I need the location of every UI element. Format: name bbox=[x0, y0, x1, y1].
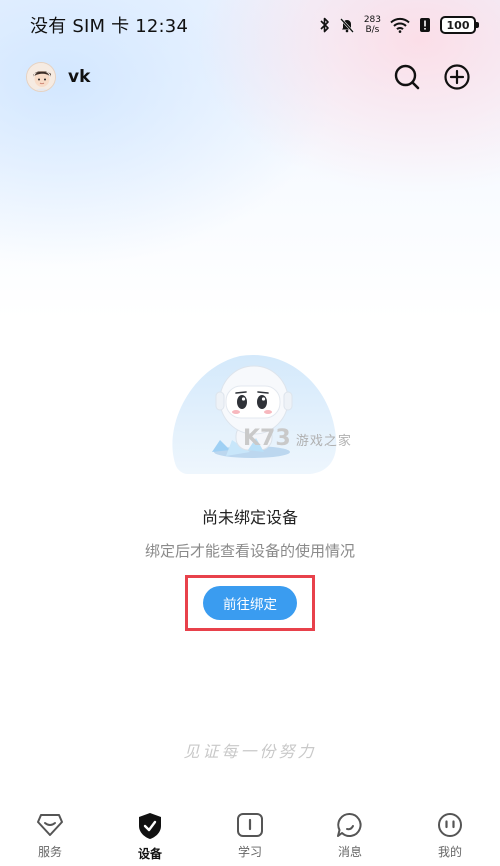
service-icon bbox=[37, 814, 63, 836]
message-icon bbox=[337, 812, 362, 837]
bluetooth-icon bbox=[320, 17, 329, 33]
empty-state: 尚未绑定设备 绑定后才能查看设备的使用情况 前往绑定 bbox=[0, 348, 500, 631]
user-info[interactable]: vk bbox=[26, 62, 90, 92]
app-header: vk bbox=[0, 55, 500, 99]
tab-profile[interactable]: 我的 bbox=[410, 812, 490, 860]
empty-description: 绑定后才能查看设备的使用情况 bbox=[144, 542, 355, 560]
tab-label: 学习 bbox=[237, 845, 262, 859]
network-speed: 283 B/s bbox=[364, 15, 381, 35]
profile-icon bbox=[438, 813, 462, 837]
tab-label: 服务 bbox=[37, 845, 62, 859]
mute-bell-icon bbox=[339, 18, 354, 33]
alert-icon bbox=[420, 18, 430, 32]
watermark-text: 游戏之家 bbox=[295, 434, 352, 449]
tab-label: 我的 bbox=[437, 845, 462, 859]
highlight-annotation: 前往绑定 bbox=[185, 575, 315, 631]
go-bind-button[interactable]: 前往绑定 bbox=[203, 586, 297, 620]
tab-message[interactable]: 消息 bbox=[310, 812, 390, 860]
speed-unit: B/s bbox=[365, 25, 380, 35]
slogan: 见证每一份努力 bbox=[183, 742, 317, 761]
tab-service[interactable]: 服务 bbox=[10, 812, 90, 860]
tab-device[interactable]: 设备 bbox=[110, 812, 190, 862]
learn-icon bbox=[237, 813, 263, 837]
tab-label: 消息 bbox=[337, 845, 362, 859]
status-bar: 没有 SIM 卡 12:34 283 B/s 100 bbox=[0, 0, 500, 50]
tab-learn[interactable]: 学习 bbox=[210, 812, 290, 860]
device-icon bbox=[139, 813, 161, 839]
wifi-icon bbox=[390, 17, 410, 33]
username: vk bbox=[68, 67, 91, 87]
header-actions bbox=[392, 62, 472, 92]
speed-value: 283 bbox=[363, 15, 381, 25]
add-icon bbox=[444, 64, 470, 90]
bottom-tab-bar: 服务 设备 学习 消息 我的 bbox=[0, 804, 500, 866]
watermark: K73 游戏之家 bbox=[243, 426, 352, 451]
watermark-brand: K73 bbox=[243, 426, 291, 451]
status-icons: 283 B/s 100 bbox=[320, 15, 479, 35]
robot-illustration bbox=[172, 354, 337, 474]
battery-indicator: 100 bbox=[440, 16, 479, 34]
search-icon bbox=[394, 64, 420, 90]
search-button[interactable] bbox=[392, 62, 422, 92]
empty-title: 尚未绑定设备 bbox=[201, 508, 298, 527]
tab-label: 设备 bbox=[137, 847, 162, 861]
avatar[interactable] bbox=[26, 62, 56, 92]
battery-level: 100 bbox=[446, 18, 470, 32]
add-button[interactable] bbox=[442, 62, 472, 92]
carrier-time: 没有 SIM 卡 12:34 bbox=[30, 16, 189, 37]
